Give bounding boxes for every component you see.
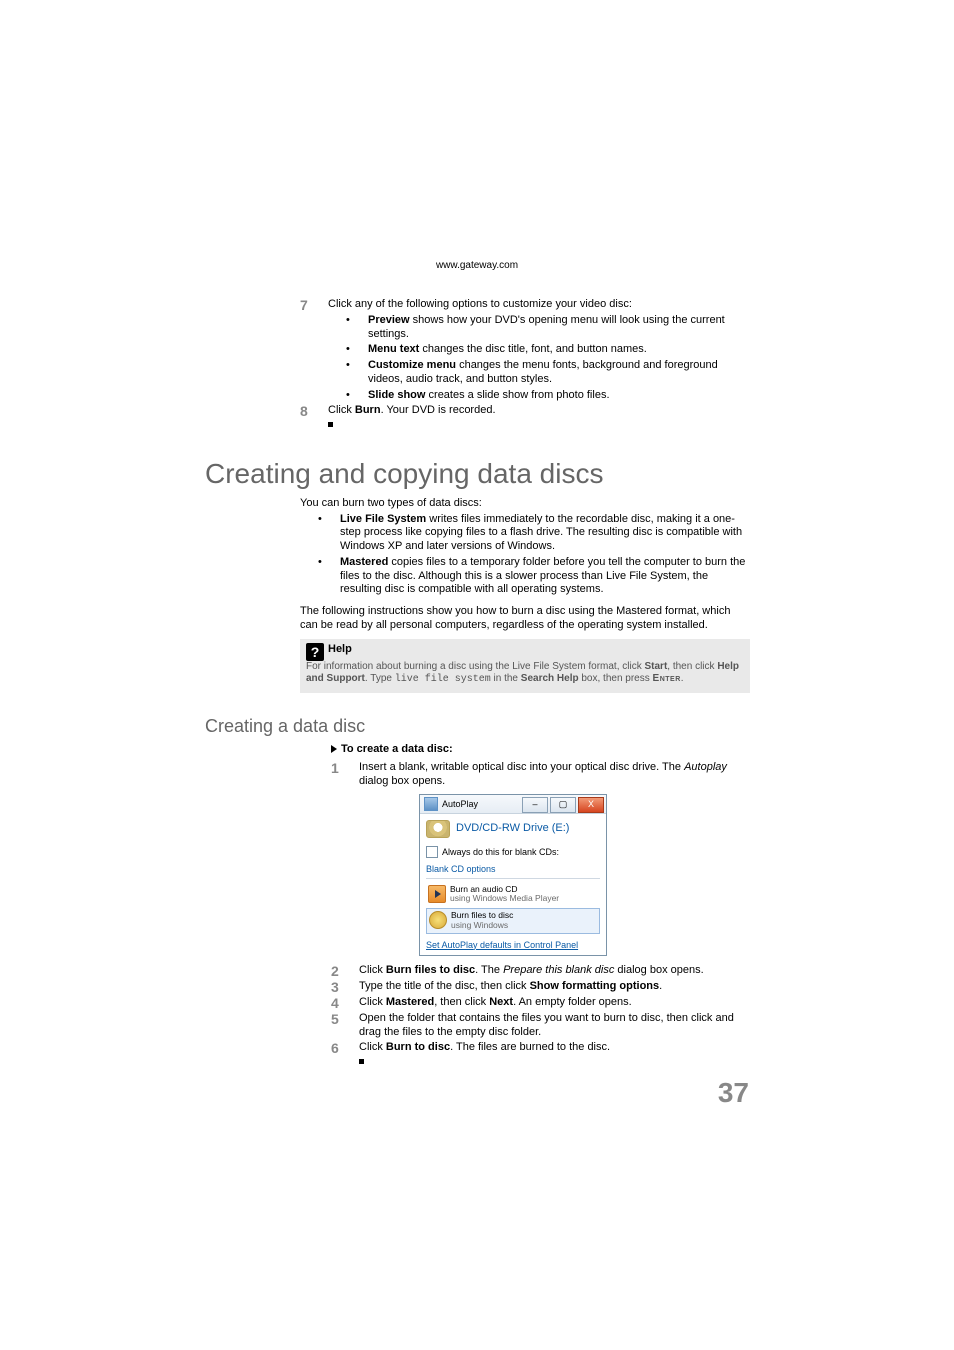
close-button[interactable]: X [578, 797, 604, 813]
proc-step-1: 1 Insert a blank, writable optical disc … [331, 761, 750, 962]
autoplay-app-icon [424, 797, 438, 811]
bullet-item: • Mastered copies files to a temporary f… [318, 556, 750, 597]
step-7: 7 Click any of the following options to … [300, 298, 750, 432]
bullet-item: • Live File System writes files immediat… [318, 513, 750, 554]
bullet-marker: • [346, 314, 368, 342]
autoplay-titlebar: AutoPlay – ▢ X [420, 795, 606, 814]
proc-step-2: 2 Click Burn files to disc. The Prepare … [331, 964, 750, 978]
burn-icon [429, 911, 447, 929]
proc-step-3: 3 Type the title of the disc, then click… [331, 980, 750, 994]
subsection-heading: Creating a data disc [205, 715, 750, 738]
section-heading: Creating and copying data discs [205, 456, 750, 491]
section-intro: You can burn two types of data discs: • … [300, 497, 750, 693]
end-of-procedure-icon [328, 422, 333, 427]
proc-step-5: 5 Open the folder that contains the file… [331, 1012, 750, 1040]
intro-after: The following instructions show you how … [300, 605, 750, 633]
autoplay-option-burn-audio[interactable]: Burn an audio CDusing Windows Media Play… [426, 883, 600, 907]
play-icon [428, 885, 446, 903]
step-number: 7 [300, 298, 328, 402]
divider [426, 878, 600, 879]
proc-step-4: 4 Click Mastered, then click Next. An em… [331, 996, 750, 1010]
autoplay-always-label: Always do this for blank CDs: [442, 847, 559, 858]
bullet-item: • Customize menu changes the menu fonts,… [346, 359, 750, 387]
step-8: 8 Click Burn. Your DVD is recorded. [300, 404, 750, 432]
autoplay-section-label: Blank CD options [426, 864, 600, 875]
procedure-heading: To create a data disc: [331, 743, 750, 757]
document-page: www.gateway.com 7 Click any of the follo… [0, 0, 954, 1350]
bullet-item: • Slide show creates a slide show from p… [346, 389, 750, 403]
step-text: Click any of the following options to cu… [328, 298, 750, 312]
procedure: To create a data disc: 1 Insert a blank,… [331, 743, 750, 1069]
autoplay-dialog: AutoPlay – ▢ X DVD/CD-RW Drive (E:) [419, 794, 607, 956]
header-url: www.gateway.com [0, 260, 954, 273]
proc-step-6: 6 Click Burn to disc. The files are burn… [331, 1041, 750, 1069]
end-of-procedure-icon [359, 1059, 364, 1064]
minimize-button[interactable]: – [522, 797, 548, 813]
page-content: 7 Click any of the following options to … [205, 296, 750, 1069]
help-icon: ? [306, 643, 324, 661]
optical-drive-icon [426, 820, 450, 838]
bullet-item: • Menu text changes the disc title, font… [346, 343, 750, 357]
help-callout: ?Help For information about burning a di… [300, 639, 750, 693]
autoplay-option-burn-files[interactable]: Burn files to discusing Windows [426, 908, 600, 934]
maximize-button[interactable]: ▢ [550, 797, 576, 813]
autoplay-drive-label: DVD/CD-RW Drive (E:) [456, 822, 569, 836]
autoplay-drive-row: DVD/CD-RW Drive (E:) [426, 820, 600, 838]
arrow-icon [331, 745, 337, 753]
checkbox-icon[interactable] [426, 846, 438, 858]
autoplay-defaults-link[interactable]: Set AutoPlay defaults in Control Panel [426, 940, 600, 951]
page-number: 37 [718, 1075, 749, 1110]
bullet-item: • Preview shows how your DVD's opening m… [346, 314, 750, 342]
autoplay-title: AutoPlay [442, 799, 522, 810]
autoplay-always-row[interactable]: Always do this for blank CDs: [426, 846, 600, 858]
step-number: 8 [300, 404, 328, 432]
